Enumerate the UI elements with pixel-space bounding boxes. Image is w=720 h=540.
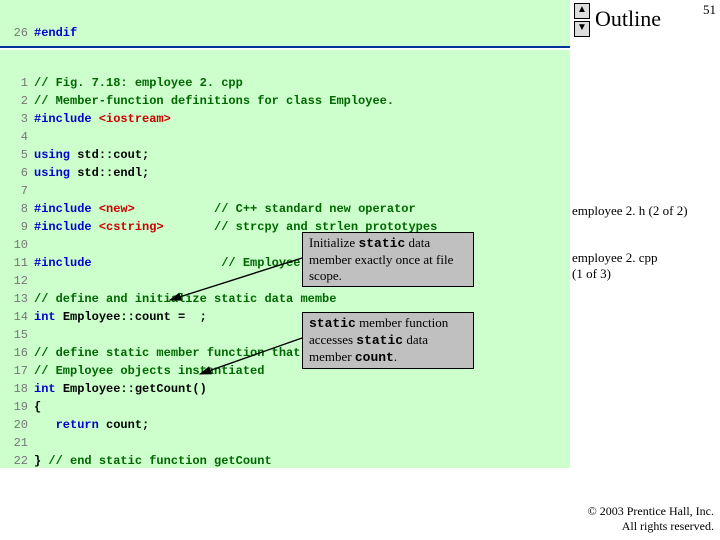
code: <new> [99,202,135,216]
ln: 17 [4,362,34,380]
code: <iostream> [99,112,171,126]
code: // end static function getCount [48,454,271,468]
ln: 18 [4,380,34,398]
code: #include [34,256,99,270]
outline-nav-buttons: ▲ ▼ [574,3,590,39]
divider [0,46,570,48]
code: int [34,310,63,324]
outline-panel: ▲ ▼ Outline 51 employee 2. h (2 of 2) em… [570,0,720,540]
ln: 4 [4,128,34,146]
code: using [34,148,77,162]
code: // define static member function that re… [34,346,336,360]
text: Initialize [309,235,358,250]
copyright: © 2003 Prentice Hall, Inc. All rights re… [588,504,714,534]
slide: 26#endif 1// Fig. 7.18: employee 2. cpp … [0,0,720,540]
code-endif: #endif [34,26,77,40]
code: int [34,382,63,396]
ln: 13 [4,290,34,308]
ln: 6 [4,164,34,182]
code: // Member-function definitions for class… [34,94,394,108]
ln: 7 [4,182,34,200]
ln: 2 [4,92,34,110]
ln: 9 [4,218,34,236]
code: Employee::getCount() [63,382,207,396]
code: return [34,418,106,432]
ln: 12 [4,272,34,290]
ln: 22 [4,452,34,470]
copyright-line2: All rights reserved. [588,519,714,534]
outline-title: Outline [595,6,661,32]
code-main-pane: 1// Fig. 7.18: employee 2. cpp 2// Membe… [0,50,570,468]
ln: 19 [4,398,34,416]
callout-static-function: static member function accesses static d… [302,312,474,369]
ln: 8 [4,200,34,218]
nav-down-button[interactable]: ▼ [574,21,590,37]
code-top-pane: 26#endif [0,0,570,46]
ln: 14 [4,308,34,326]
callout-initialize-static: Initialize static data member exactly on… [302,232,474,287]
code: } [34,454,48,468]
ln: 5 [4,146,34,164]
code: <cstring> [99,220,164,234]
line-num-26: 26 [4,24,34,42]
nav-up-button[interactable]: ▲ [574,3,590,19]
filename-label-1: employee 2. h (2 of 2) [572,203,688,219]
code: #include [34,202,99,216]
code: std::endl; [77,166,149,180]
code: count; [106,418,149,432]
text: static [356,333,403,348]
code: // C++ standard new operator [135,202,416,216]
filename-label-3: (1 of 3) [572,266,611,282]
text: . [394,349,397,364]
ln: 10 [4,236,34,254]
page-number: 51 [703,2,716,18]
ln: 3 [4,110,34,128]
filename-label-2: employee 2. cpp [572,250,658,266]
ln: 20 [4,416,34,434]
code: // Fig. 7.18: employee 2. cpp [34,76,243,90]
text: static [358,236,405,251]
code: { [34,400,41,414]
code: Employee::count = ; [63,310,207,324]
copyright-line1: © 2003 Prentice Hall, Inc. [588,504,714,519]
ln: 1 [4,74,34,92]
ln: 16 [4,344,34,362]
code: // Employee objects instantiated [34,364,264,378]
ln: 15 [4,326,34,344]
code: // define and initialize static data mem… [34,292,336,306]
text: static [309,316,356,331]
code: std::cout; [77,148,149,162]
code: #include [34,112,99,126]
ln: 11 [4,254,34,272]
code: using [34,166,77,180]
code: #include [34,220,99,234]
text: count [355,350,394,365]
ln: 21 [4,434,34,452]
